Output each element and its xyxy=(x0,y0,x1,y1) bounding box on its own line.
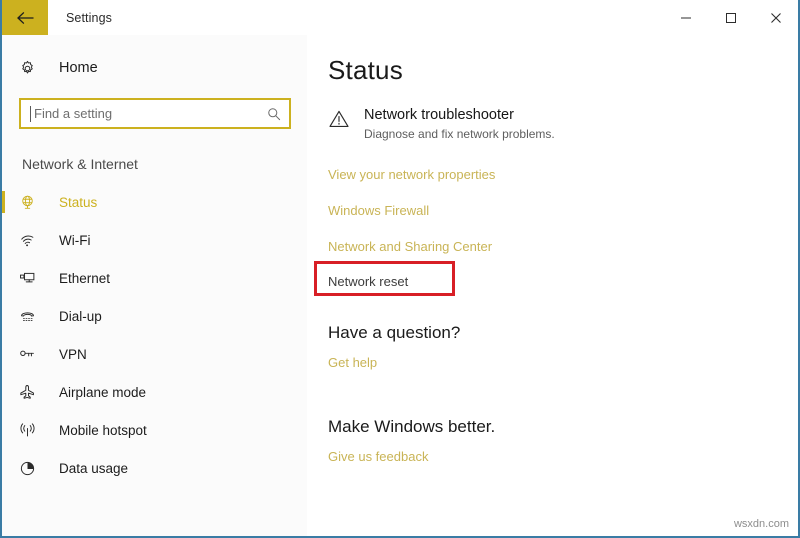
link-network-sharing-center[interactable]: Network and Sharing Center xyxy=(328,239,492,254)
sidebar-home-label: Home xyxy=(59,60,98,76)
link-windows-firewall[interactable]: Windows Firewall xyxy=(328,203,429,218)
watermark: wsxdn.com xyxy=(733,518,789,530)
window-title: Settings xyxy=(66,10,112,25)
globe-status-icon xyxy=(19,194,45,211)
network-troubleshooter[interactable]: Network troubleshooter Diagnose and fix … xyxy=(328,106,798,142)
have-a-question-heading: Have a question? xyxy=(328,323,461,342)
troubleshooter-title: Network troubleshooter xyxy=(364,107,514,123)
sidebar-item-home[interactable]: Home xyxy=(2,49,307,87)
troubleshooter-texts: Network troubleshooter Diagnose and fix … xyxy=(364,106,555,142)
sidebar-item-label: Wi-Fi xyxy=(59,232,91,248)
page-title: Status xyxy=(328,55,403,85)
gear-icon xyxy=(19,60,45,77)
window-controls xyxy=(663,0,798,35)
sidebar-item-status[interactable]: Status xyxy=(2,183,307,221)
sidebar-item-wifi[interactable]: Wi-Fi xyxy=(2,221,307,259)
maximize-button[interactable] xyxy=(708,0,753,35)
search-icon[interactable] xyxy=(259,107,289,121)
sidebar-item-label: Data usage xyxy=(59,460,129,476)
sidebar-item-label: Dial-up xyxy=(59,308,102,324)
sidebar-item-mobile-hotspot[interactable]: Mobile hotspot xyxy=(2,411,307,449)
wifi-icon xyxy=(19,232,45,249)
sidebar-item-vpn[interactable]: VPN xyxy=(2,335,307,373)
search-input[interactable] xyxy=(31,100,259,127)
airplane-icon xyxy=(19,384,45,401)
link-give-us-feedback[interactable]: Give us feedback xyxy=(328,449,428,464)
sidebar-section-title: Network & Internet xyxy=(22,156,138,172)
network-reset-container: Network reset xyxy=(314,261,455,296)
minimize-button[interactable] xyxy=(663,0,708,35)
sidebar-item-label: Status xyxy=(59,194,98,210)
sidebar-item-data-usage[interactable]: Data usage xyxy=(2,449,307,487)
sidebar-item-airplane-mode[interactable]: Airplane mode xyxy=(2,373,307,411)
back-arrow-icon xyxy=(16,11,34,25)
data-usage-pie-icon xyxy=(19,460,45,477)
back-button[interactable] xyxy=(2,0,48,35)
sidebar-item-label: VPN xyxy=(59,346,87,362)
make-windows-better-heading: Make Windows better. xyxy=(328,417,496,436)
warning-triangle-icon xyxy=(328,106,354,134)
main-content: Status Network troubleshooter Diagnose a… xyxy=(307,35,798,536)
sidebar-item-label: Ethernet xyxy=(59,270,111,286)
ethernet-icon xyxy=(19,270,45,287)
sidebar-nav: Status Wi-Fi Ethernet Dial-up VPN Airpla… xyxy=(2,183,307,487)
sidebar-item-label: Mobile hotspot xyxy=(59,422,147,438)
title-bar: Settings xyxy=(2,0,798,35)
sidebar-item-dialup[interactable]: Dial-up xyxy=(2,297,307,335)
sidebar: Home Network & Internet xyxy=(2,35,307,536)
dialup-phone-icon xyxy=(19,308,45,325)
link-network-reset[interactable]: Network reset xyxy=(328,274,408,289)
sidebar-item-label: Airplane mode xyxy=(59,384,147,400)
vpn-key-icon xyxy=(19,346,45,363)
troubleshooter-description: Diagnose and fix network problems. xyxy=(364,127,555,141)
settings-window: Settings Home Find a setting Network & I… xyxy=(0,0,800,538)
link-view-network-properties[interactable]: View your network properties xyxy=(328,167,495,182)
close-button[interactable] xyxy=(753,0,798,35)
link-get-help[interactable]: Get help xyxy=(328,355,377,370)
hotspot-icon xyxy=(19,422,45,439)
sidebar-item-ethernet[interactable]: Ethernet xyxy=(2,259,307,297)
search-box[interactable] xyxy=(19,98,291,129)
